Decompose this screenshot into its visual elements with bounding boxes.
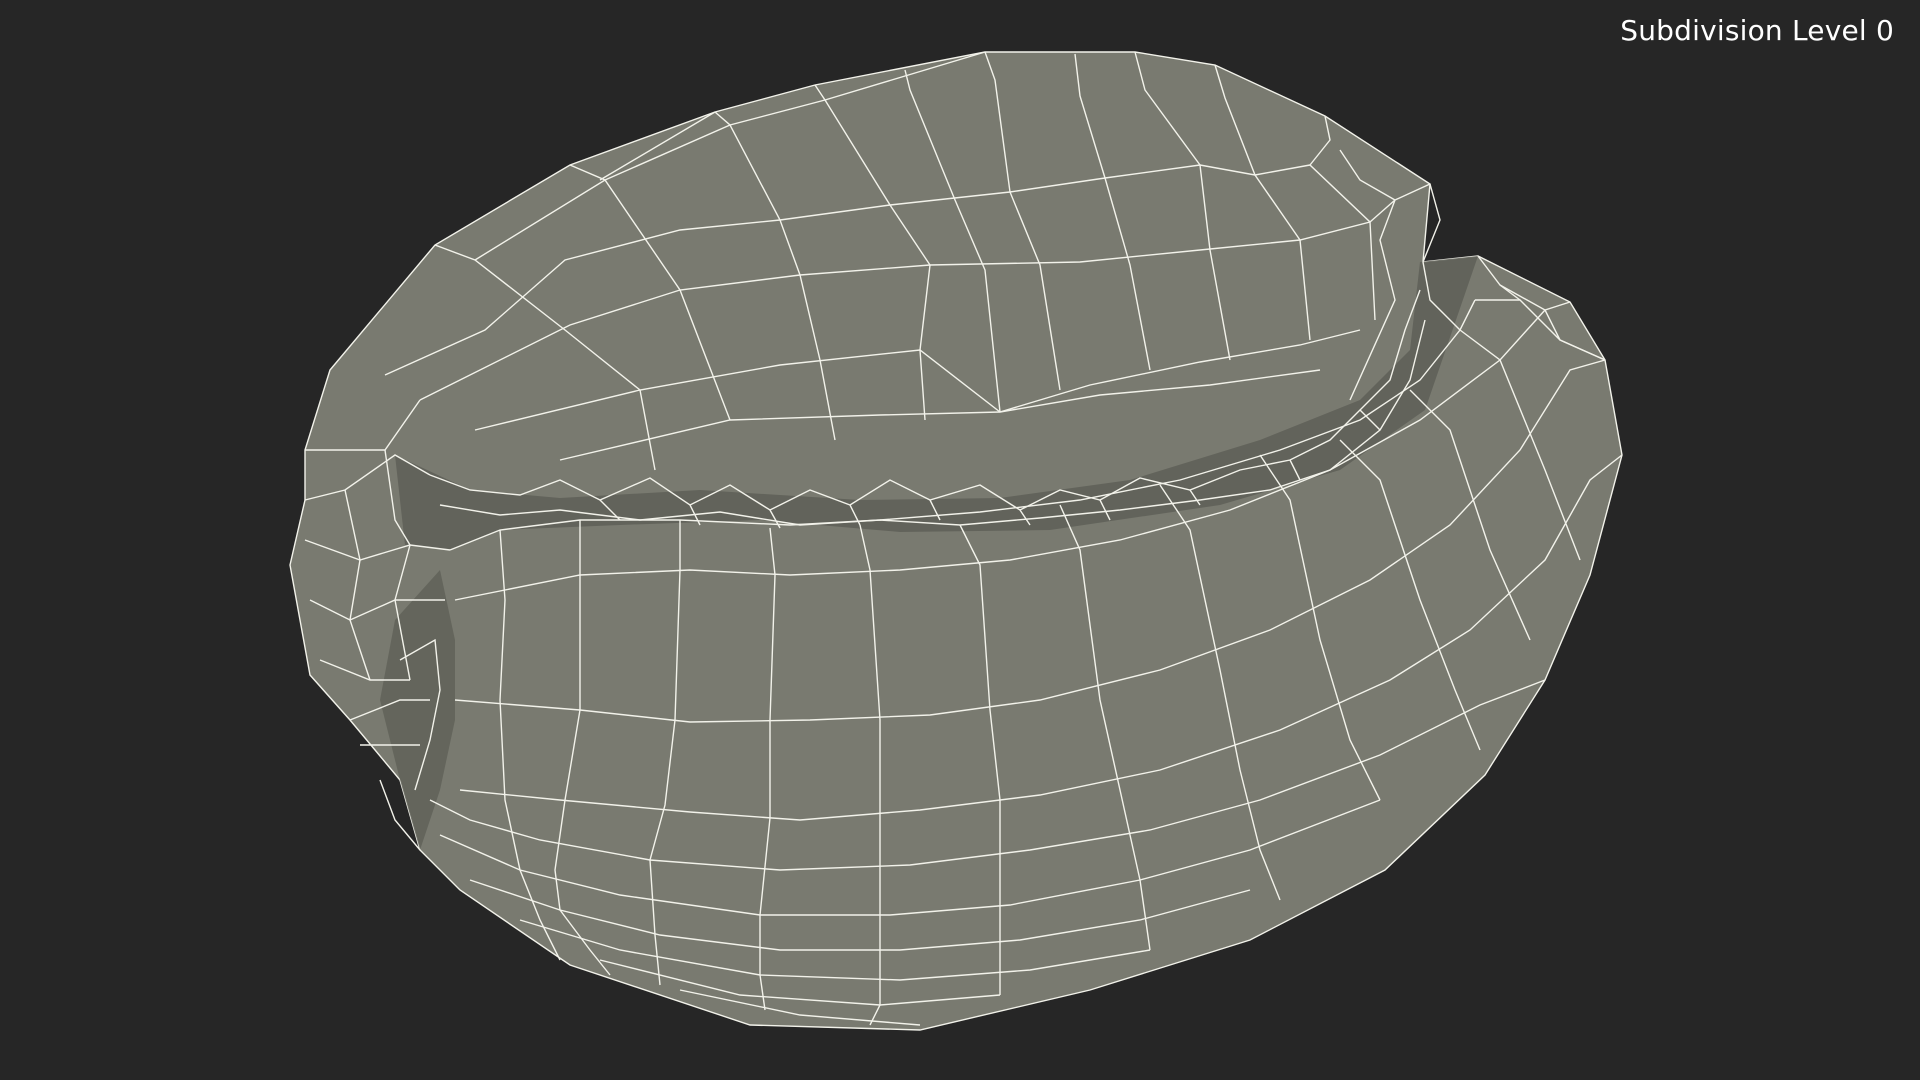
bean-silhouette	[289, 51, 1623, 1031]
3d-viewport[interactable]: Subdivision Level 0	[0, 0, 1920, 1080]
subdivision-level-label: Subdivision Level 0	[1620, 14, 1894, 47]
mesh-render	[289, 51, 1623, 1031]
